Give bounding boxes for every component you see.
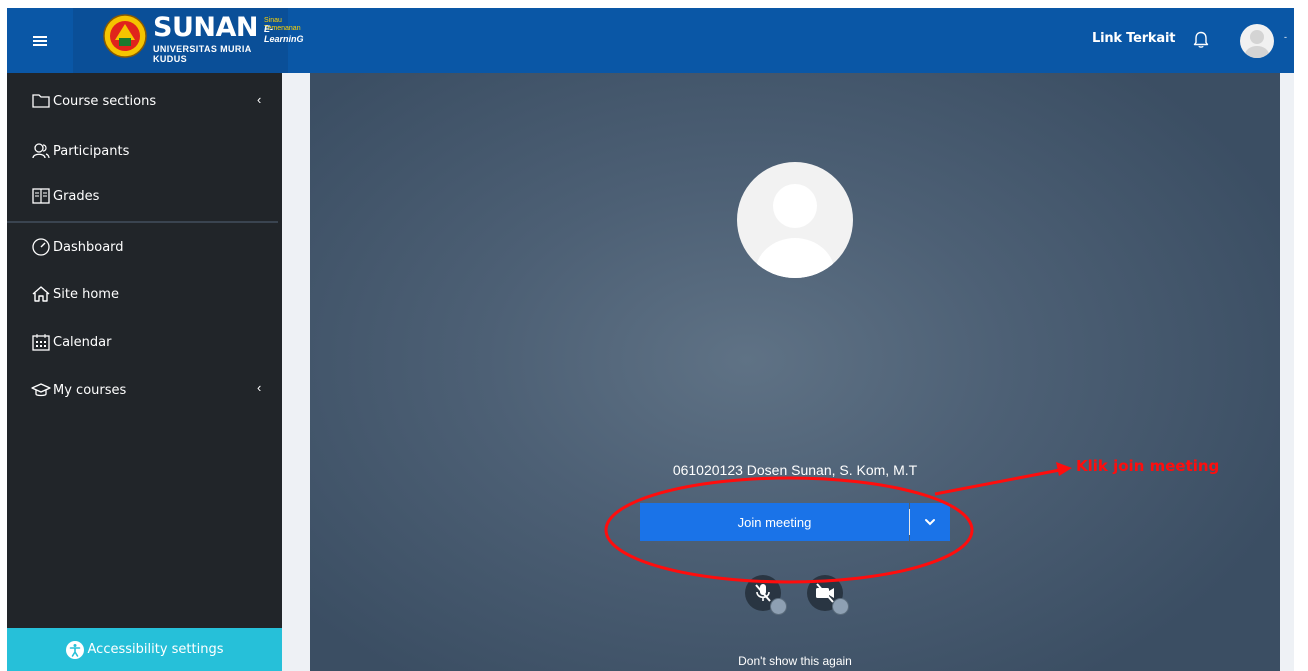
mic-options-chevron-icon[interactable] — [770, 598, 787, 615]
sidebar-item-site-home[interactable]: Site home — [31, 282, 119, 306]
grades-book-icon — [31, 186, 51, 206]
hamburger-icon — [33, 35, 47, 46]
home-icon — [31, 284, 51, 304]
dont-show-again-link[interactable]: Don't show this again — [310, 654, 1280, 668]
brand-university: UNIVERSITAS MURIA KUDUS — [153, 44, 252, 64]
sidebar-item-grades[interactable]: Grades — [31, 184, 99, 208]
folder-icon — [31, 91, 51, 111]
sidebar-item-calendar[interactable]: Calendar — [31, 330, 111, 354]
camera-toggle-button[interactable] — [807, 575, 849, 615]
meeting-prejoin-screen: 061020123 Dosen Sunan, S. Kom, M.T Join … — [310, 73, 1280, 671]
join-meeting-button[interactable]: Join meeting — [640, 503, 909, 541]
join-meeting-control: Join meeting — [640, 503, 950, 541]
site-logo[interactable]: SUNAN Sinau Temenanan E-LearninG UNIVERS… — [73, 8, 304, 73]
join-options-dropdown[interactable] — [910, 503, 950, 541]
sidebar-item-label: Calendar — [53, 334, 112, 350]
accessibility-label: Accessibility settings — [87, 642, 224, 657]
sidebar-divider — [7, 221, 278, 223]
participant-avatar — [737, 162, 853, 278]
camera-options-chevron-icon[interactable] — [832, 598, 849, 615]
menu-toggle-button[interactable] — [7, 8, 73, 73]
user-avatar-icon — [1245, 30, 1269, 58]
sidebar-drawer: Course sections ‹ Participants Grades Da… — [7, 73, 282, 671]
page-gutter-right — [1280, 73, 1294, 671]
default-person-icon — [755, 184, 835, 278]
chevron-left-icon[interactable]: ‹ — [257, 380, 261, 395]
user-avatar-button[interactable] — [1240, 24, 1274, 58]
graduation-cap-icon — [31, 380, 51, 400]
calendar-icon — [31, 332, 51, 352]
users-icon — [31, 141, 51, 161]
chevron-down-icon — [925, 519, 935, 526]
sidebar-item-label: Grades — [53, 188, 100, 204]
sidebar-item-label: Course sections — [53, 93, 157, 109]
sidebar-item-label: Site home — [53, 286, 119, 302]
dashboard-gauge-icon — [31, 237, 51, 257]
sidebar-item-course-sections[interactable]: Course sections — [31, 89, 156, 113]
sidebar-item-label: Participants — [53, 143, 130, 159]
sidebar-item-my-courses[interactable]: My courses — [31, 378, 126, 402]
microphone-toggle-button[interactable] — [745, 575, 787, 615]
sidebar-item-label: Dashboard — [53, 239, 124, 255]
bell-icon[interactable] — [1191, 30, 1211, 50]
chevron-left-icon[interactable]: ‹ — [257, 92, 261, 107]
user-menu-caret-icon[interactable]: - — [1284, 32, 1287, 42]
page-gutter-left — [282, 73, 310, 671]
brand-name: SUNAN — [153, 12, 258, 43]
brand-elearning: E-LearninG — [264, 24, 304, 44]
university-seal-icon — [103, 14, 147, 58]
sidebar-item-dashboard[interactable]: Dashboard — [31, 235, 124, 259]
top-navbar: SUNAN Sinau Temenanan E-LearninG UNIVERS… — [7, 8, 1294, 73]
link-terkait-menu[interactable]: Link Terkait — [1092, 31, 1175, 46]
annotation-label: Klik join meeting — [1076, 457, 1220, 475]
accessibility-settings-button[interactable]: Accessibility settings — [7, 628, 282, 671]
sidebar-item-label: My courses — [53, 382, 127, 398]
accessibility-icon — [65, 640, 84, 659]
sidebar-item-participants[interactable]: Participants — [31, 139, 129, 163]
